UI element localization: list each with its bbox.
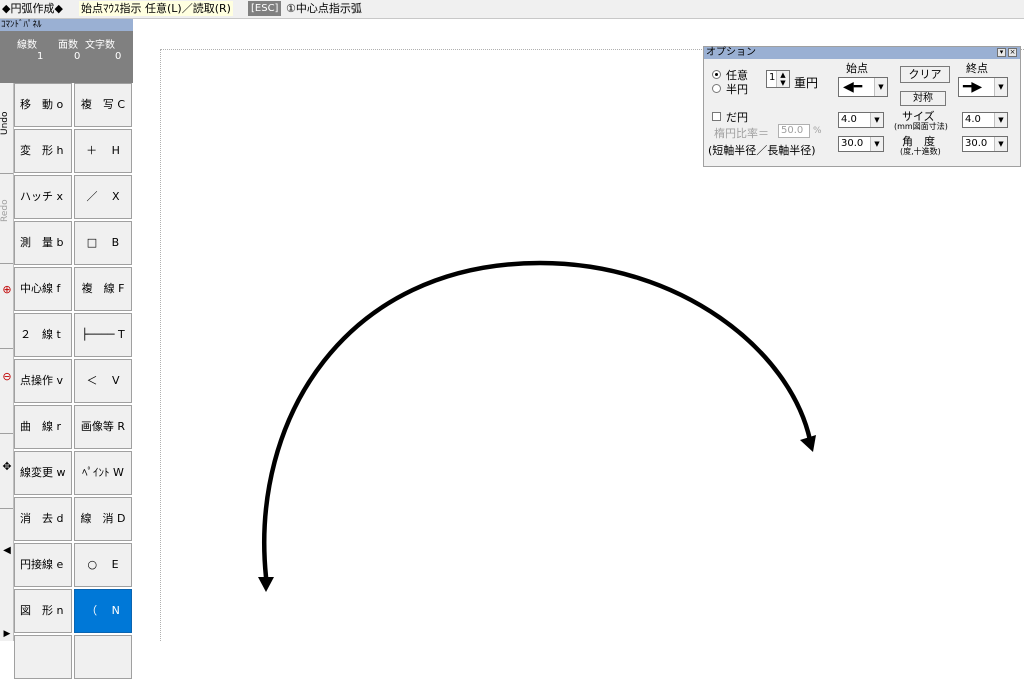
options-panel: オプション ▾ × 任意 半円 1 ▲ ▼ 重円 始点 終点 ◀━ ▼ ━▶ ▼ …: [703, 46, 1021, 167]
start-size-select[interactable]: 4.0 ▼: [838, 112, 884, 128]
chevron-down-icon[interactable]: ▼: [994, 137, 1007, 151]
end-size-select[interactable]: 4.0 ▼: [962, 112, 1008, 128]
end-size-value: 4.0: [965, 114, 981, 125]
clear-button[interactable]: クリア: [900, 66, 950, 83]
chevron-down-icon[interactable]: ▼: [870, 137, 883, 151]
arrowhead-icon: [258, 577, 274, 592]
start-angle-select[interactable]: 30.0 ▼: [838, 136, 884, 152]
end-arrow-select[interactable]: ━▶ ▼: [958, 77, 1008, 97]
options-title-bar[interactable]: オプション ▾ ×: [704, 47, 1020, 59]
multiplicity-label: 重円: [794, 76, 819, 90]
arrowhead-icon: [800, 435, 816, 452]
ellipse-checkbox[interactable]: [712, 112, 721, 121]
minimize-icon[interactable]: ▾: [997, 48, 1006, 57]
spinner-arrows-icon[interactable]: ▲ ▼: [776, 71, 789, 87]
ellipse-ratio-input[interactable]: 50.0: [778, 124, 810, 138]
right-arrow-icon: ━▶: [963, 79, 983, 95]
end-angle-select[interactable]: 30.0 ▼: [962, 136, 1008, 152]
start-size-value: 4.0: [841, 114, 857, 125]
options-title: オプション: [706, 47, 756, 58]
arbitrary-radio[interactable]: [712, 70, 721, 79]
semicircle-label: 半円: [726, 83, 748, 96]
angle-note: (度,十進数): [900, 147, 941, 156]
chevron-down-icon[interactable]: ▼: [870, 113, 883, 127]
start-arrow-select[interactable]: ◀━ ▼: [838, 77, 888, 97]
start-angle-value: 30.0: [841, 138, 864, 149]
semicircle-radio[interactable]: [712, 84, 721, 93]
end-point-label: 終点: [966, 62, 988, 75]
ellipse-label: だ円: [726, 111, 748, 124]
axis-ratio-note: (短軸半径／長軸半径): [708, 144, 816, 157]
chevron-down-icon[interactable]: ▼: [874, 78, 887, 96]
command-button[interactable]: [74, 635, 132, 679]
multiplicity-value: 1: [769, 72, 776, 83]
symmetric-button[interactable]: 対称: [900, 91, 946, 106]
chevron-down-icon[interactable]: ▼: [994, 113, 1007, 127]
ellipse-ratio-unit: %: [813, 126, 822, 136]
close-icon[interactable]: ×: [1008, 48, 1017, 57]
command-button[interactable]: [14, 635, 72, 679]
ellipse-ratio-label: 楕円比率＝: [714, 127, 769, 140]
arc-stroke: [262, 260, 813, 580]
left-arrow-icon: ◀━: [843, 79, 863, 95]
multiplicity-spinner[interactable]: 1 ▲ ▼: [766, 70, 790, 88]
end-angle-value: 30.0: [965, 138, 988, 149]
chevron-down-icon[interactable]: ▼: [994, 78, 1007, 96]
size-note: (mm図面寸法): [894, 122, 948, 131]
start-point-label: 始点: [846, 62, 868, 75]
